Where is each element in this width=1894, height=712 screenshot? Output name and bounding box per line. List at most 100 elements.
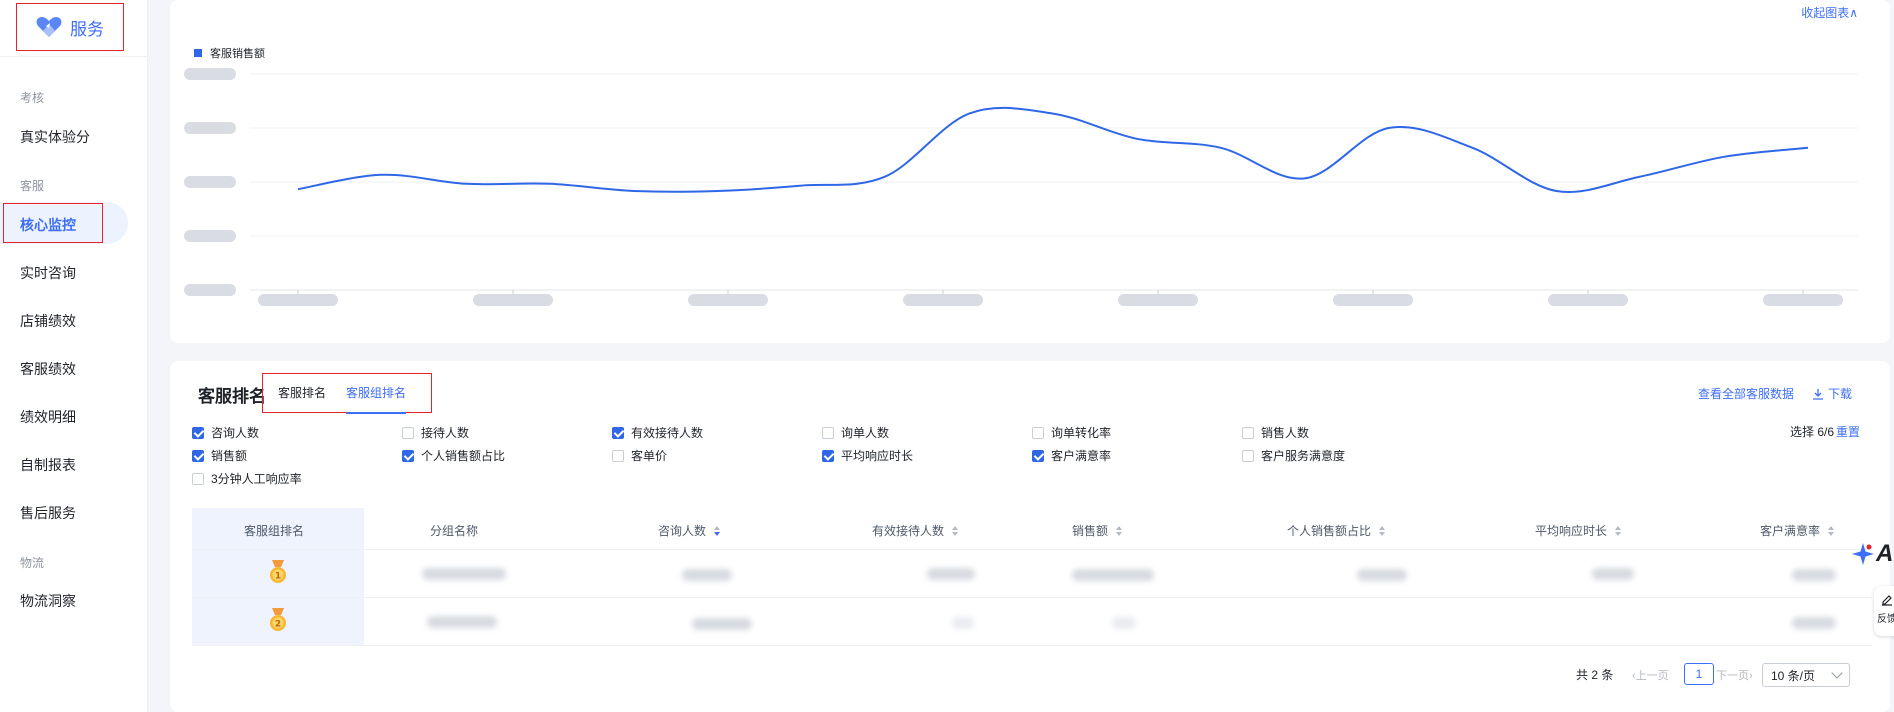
sidebar: 服务 考核 真实体验分 客服 核心监控 实时咨询 店铺绩效 客服绩效 绩效明细 … <box>0 0 148 712</box>
x-tick-label-redacted <box>903 294 983 306</box>
nav-item-performance-detail[interactable]: 绩效明细 <box>20 407 76 427</box>
nav-item-core-monitor[interactable]: 核心监控 <box>20 215 76 235</box>
checkbox-checked-icon[interactable] <box>402 449 414 462</box>
table-row[interactable]: 1 <box>192 550 1872 598</box>
blurred-cell <box>1357 569 1407 581</box>
blurred-cell <box>927 568 975 580</box>
metric-checkbox[interactable]: 有效接待人数 <box>612 424 703 441</box>
blurred-cell <box>1792 617 1836 629</box>
checkbox-checked-icon[interactable] <box>822 449 834 462</box>
nav-item-after-sales[interactable]: 售后服务 <box>20 503 76 523</box>
x-tick-label-redacted <box>1118 294 1198 306</box>
tab-group-ranking[interactable]: 客服组排名 <box>346 384 406 401</box>
nav-item-realtime-consult[interactable]: 实时咨询 <box>20 263 76 283</box>
checkbox-unchecked-icon[interactable] <box>1032 426 1044 439</box>
nav-item-cs-performance[interactable]: 客服绩效 <box>20 359 76 379</box>
ranking-card: 客服排名 客服排名 客服组排名 查看全部客服数据 下载 咨询人数 接待人数 有效接待… <box>170 361 1890 712</box>
download-icon <box>1813 388 1823 400</box>
sort-icon[interactable] <box>1379 525 1386 536</box>
checkbox-checked-icon[interactable] <box>1032 449 1044 462</box>
sort-icon[interactable] <box>1116 525 1123 536</box>
metric-checkbox-label: 客户满意率 <box>1051 449 1112 463</box>
col-header-personal-sales-ratio[interactable]: 个人销售额占比 <box>1287 522 1386 539</box>
col-header-group-rank: 客服组排名 <box>244 524 305 538</box>
ai-assistant-button[interactable]: AI <box>1852 540 1894 568</box>
metric-checkbox[interactable]: 询单人数 <box>822 424 889 441</box>
metric-checkbox-label: 有效接待人数 <box>631 426 704 440</box>
sort-icon[interactable] <box>714 525 721 536</box>
checkbox-unchecked-icon[interactable] <box>612 449 624 462</box>
edit-icon <box>1882 595 1892 606</box>
metric-checkbox[interactable]: 销售额 <box>192 447 247 464</box>
table-row[interactable]: 2 <box>192 598 1872 646</box>
metric-checkbox[interactable]: 客单价 <box>612 447 667 464</box>
nav-item-experience-score[interactable]: 真实体验分 <box>20 127 90 147</box>
y-tick-label-redacted <box>184 122 236 134</box>
metric-checkbox-label: 3分钟人工响应率 <box>211 472 302 486</box>
tab-cs-ranking[interactable]: 客服排名 <box>278 384 326 401</box>
checkbox-unchecked-icon[interactable] <box>822 426 834 439</box>
heart-logo-icon <box>36 17 62 37</box>
sort-icon[interactable] <box>952 525 959 536</box>
metric-checkbox[interactable]: 客户服务满意度 <box>1242 447 1345 464</box>
pagination-total: 共 2 条 <box>1576 668 1614 682</box>
prev-page-button[interactable]: ‹上一页 <box>1632 667 1669 683</box>
sort-icon[interactable] <box>1828 525 1835 536</box>
sort-icon[interactable] <box>1615 525 1622 536</box>
checkbox-checked-icon[interactable] <box>192 449 204 462</box>
metric-checkbox[interactable]: 接待人数 <box>402 424 469 441</box>
metric-checkbox[interactable]: 3分钟人工响应率 <box>192 470 302 487</box>
metric-checkbox[interactable]: 销售人数 <box>1242 424 1309 441</box>
blurred-cell <box>692 618 752 630</box>
feedback-label: 反馈 <box>1877 614 1894 625</box>
nav-group-kaohe: 考核 <box>20 91 45 105</box>
metric-checkbox-label: 询单人数 <box>841 426 890 440</box>
series-line-sales <box>297 106 1809 193</box>
view-all-cs-data-link[interactable]: 查看全部客服数据 <box>1698 385 1794 402</box>
checkbox-checked-icon[interactable] <box>612 426 624 439</box>
download-button[interactable]: 下载 <box>1812 385 1852 402</box>
ranking-title: 客服排名 <box>198 387 266 406</box>
nav-item-logistics-insight[interactable]: 物流洞察 <box>20 591 76 611</box>
page-number-button[interactable]: 1 <box>1684 663 1714 685</box>
feedback-button[interactable]: 反馈 <box>1874 586 1894 636</box>
checkbox-unchecked-icon[interactable] <box>1242 426 1254 439</box>
col-header-consult-count[interactable]: 咨询人数 <box>658 522 721 539</box>
col-header-avg-response[interactable]: 平均响应时长 <box>1535 522 1622 539</box>
brand-header[interactable]: 服务 <box>16 3 124 51</box>
metric-checkbox[interactable]: 咨询人数 <box>192 424 259 441</box>
x-tick-label-redacted <box>688 294 768 306</box>
y-tick-label-redacted <box>184 68 236 80</box>
reset-link[interactable]: 重置 <box>1836 423 1860 440</box>
metric-checkbox[interactable]: 平均响应时长 <box>822 447 913 464</box>
checkbox-unchecked-icon[interactable] <box>1242 449 1254 462</box>
brand-name: 服务 <box>70 19 104 39</box>
metric-checkbox[interactable]: 客户满意率 <box>1032 447 1111 464</box>
metric-checkbox-label: 接待人数 <box>421 426 470 440</box>
sales-line-chart <box>184 68 1858 306</box>
y-tick-label-redacted <box>184 284 236 296</box>
page-size-value: 10 条/页 <box>1771 668 1816 683</box>
chevron-down-icon <box>1831 667 1843 679</box>
tab-active-underline <box>346 412 406 414</box>
selection-count: 选择 6/6 <box>1790 425 1835 439</box>
next-page-button[interactable]: 下一页› <box>1716 667 1753 683</box>
nav-item-store-performance[interactable]: 店铺绩效 <box>20 311 76 331</box>
col-header-satisfaction[interactable]: 客户满意率 <box>1760 522 1835 539</box>
y-tick-label-redacted <box>184 230 236 242</box>
ai-sparkle-icon <box>1852 543 1874 565</box>
checkbox-unchecked-icon[interactable] <box>192 472 204 485</box>
metric-checkbox[interactable]: 询单转化率 <box>1032 424 1111 441</box>
col-header-effective-reception[interactable]: 有效接待人数 <box>872 522 959 539</box>
blurred-cell <box>427 616 497 628</box>
nav-item-custom-report[interactable]: 自制报表 <box>20 455 76 475</box>
checkbox-unchecked-icon[interactable] <box>402 426 414 439</box>
ai-label: AI <box>1876 540 1894 567</box>
col-header-sales[interactable]: 销售额 <box>1072 522 1123 539</box>
selection-info: 选择 6/6 重置 <box>1790 423 1860 440</box>
metric-checkbox[interactable]: 个人销售额占比 <box>402 447 505 464</box>
metric-checkbox-label: 询单转化率 <box>1051 426 1112 440</box>
checkbox-checked-icon[interactable] <box>192 426 204 439</box>
x-tick-label-redacted <box>1333 294 1413 306</box>
page-size-select[interactable]: 10 条/页 <box>1762 663 1850 687</box>
